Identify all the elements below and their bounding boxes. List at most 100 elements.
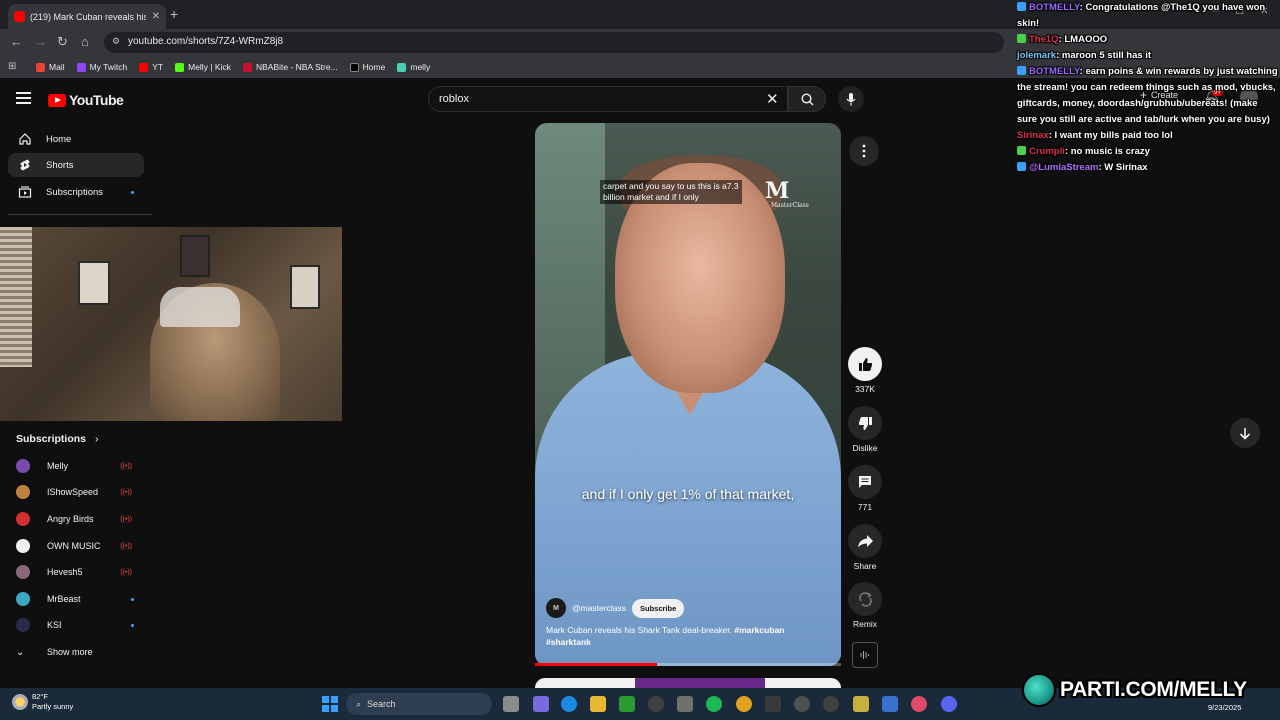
search-button[interactable] (788, 86, 826, 112)
app-icon[interactable] (765, 696, 781, 712)
start-button[interactable] (322, 696, 338, 712)
new-content-dot (131, 597, 134, 601)
comment-count: 771 (857, 502, 873, 512)
x-icon (349, 62, 359, 72)
youtube-logo[interactable]: YouTube (48, 92, 124, 108)
kick-icon (175, 62, 185, 72)
wall-poster (78, 261, 110, 305)
comments-button[interactable] (848, 465, 882, 499)
avatar (16, 565, 30, 579)
nba-icon (242, 62, 252, 72)
more-options-button[interactable] (849, 136, 879, 166)
share-button[interactable] (848, 524, 882, 558)
task-view-icon[interactable] (503, 696, 519, 712)
show-more-button[interactable]: ⌄ Show more (16, 641, 140, 663)
store-icon[interactable] (677, 696, 693, 712)
video-title[interactable]: Mark Cuban reveals his Shark Tank deal-b… (546, 624, 816, 648)
sidebar-item-home[interactable]: Home (8, 127, 144, 151)
channel-handle[interactable]: @masterclass (572, 603, 626, 613)
short-video-player[interactable]: M MasterClass (535, 123, 841, 666)
media-player-icon[interactable] (794, 696, 810, 712)
xbox-icon[interactable] (619, 696, 635, 712)
home-icon (19, 133, 31, 145)
remix-button[interactable] (848, 582, 882, 616)
site-info-icon[interactable]: ⚙ (112, 36, 120, 47)
forward-icon[interactable]: → (34, 34, 47, 49)
dislike-button[interactable] (848, 406, 882, 440)
next-video-button[interactable] (1230, 418, 1260, 448)
edge-icon[interactable] (561, 696, 577, 712)
discord-icon[interactable] (941, 696, 957, 712)
remix-label: Remix (852, 619, 878, 629)
arrow-down-icon (1239, 427, 1251, 440)
bookmark-nbabite[interactable]: NBABite - NBA Stre... (242, 62, 338, 72)
app-icon[interactable] (823, 696, 839, 712)
bookmark-twitch[interactable]: My Twitch (76, 62, 127, 72)
sound-button[interactable] (852, 642, 878, 668)
chat-message: Sirinax: I want my bills paid too lol (1017, 130, 1173, 141)
sidebar-item-subscriptions[interactable]: Subscriptions (8, 180, 144, 204)
url-text: youtube.com/shorts/7Z4-WRmZ8j8 (128, 36, 284, 47)
bookmark-melly[interactable]: melly (397, 62, 430, 72)
taskbar-search[interactable]: ⌕ Search (346, 693, 492, 715)
chat-message: Crumpli: no music is crazy (1012, 144, 1280, 160)
subscribe-button[interactable]: Subscribe (631, 598, 685, 618)
parti-icon (397, 62, 407, 72)
chat-message: The1Q: LMAOOO (1012, 32, 1280, 48)
subscription-item[interactable]: OWN MUSIC ((•)) (16, 535, 140, 557)
browser-tab[interactable]: (219) Mark Cuban reveals his Shark Tank … (8, 4, 166, 29)
app-icon[interactable] (882, 696, 898, 712)
subscriptions-heading[interactable]: Subscriptions › (16, 433, 98, 445)
subscription-item[interactable]: Angry Birds ((•)) (16, 508, 140, 530)
app-icon[interactable] (648, 696, 664, 712)
search-input[interactable]: roblox (428, 86, 788, 112)
like-button[interactable] (848, 347, 882, 381)
new-tab-icon[interactable]: + (170, 6, 178, 22)
webcam-overlay (0, 227, 342, 421)
bookmark-mail[interactable]: Mail (36, 62, 65, 72)
chat-message: @LumiaStream: W Sirinax (1012, 160, 1280, 176)
app-icon[interactable] (853, 696, 869, 712)
bot-badge-icon (1017, 162, 1026, 171)
apps-grid-icon[interactable]: ⊞ (8, 61, 16, 72)
channel-avatar[interactable]: M (546, 598, 566, 618)
url-field[interactable]: ⚙ youtube.com/shorts/7Z4-WRmZ8j8 (104, 32, 1004, 53)
youtube-icon (139, 62, 149, 72)
reload-icon[interactable]: ↻ (57, 34, 68, 50)
chevron-down-icon: ⌄ (16, 646, 25, 658)
home-icon[interactable]: ⌂ (81, 34, 89, 49)
search-icon (800, 92, 813, 105)
app-icon[interactable] (911, 696, 927, 712)
subscription-item[interactable]: MrBeast (16, 588, 140, 610)
chrome-icon[interactable] (736, 696, 752, 712)
youtube-favicon-icon (14, 11, 25, 22)
stream-chat-overlay: BOTMELLY: Congratulations @The1Q you hav… (1012, 0, 1280, 176)
bookmark-x-home[interactable]: Home (349, 62, 385, 72)
video-burned-caption: carpet and you say to us this is a7.3 bi… (600, 180, 742, 204)
search-icon: ⌕ (356, 698, 362, 709)
file-explorer-icon[interactable] (590, 696, 606, 712)
tab-close-icon[interactable]: ✕ (152, 11, 160, 22)
avatar (16, 485, 30, 499)
back-icon[interactable]: ← (10, 34, 23, 49)
channel-row: M @masterclass Subscribe (546, 598, 685, 618)
hashtag-link[interactable]: #markcuban (734, 625, 784, 635)
bookmark-kick[interactable]: Melly | Kick (175, 62, 231, 72)
spotify-icon[interactable] (706, 696, 722, 712)
sidebar-divider (8, 214, 152, 215)
live-icon: ((•)) (120, 542, 132, 550)
bookmark-yt[interactable]: YT (139, 62, 163, 72)
hashtag-link[interactable]: #sharktank (546, 637, 591, 647)
avatar (16, 512, 30, 526)
video-progress-bar[interactable] (535, 663, 841, 666)
weather-widget[interactable]: 82°F Partly sunny (12, 692, 73, 712)
menu-icon[interactable] (16, 92, 31, 104)
subscription-item[interactable]: IShowSpeed ((•)) (16, 481, 140, 503)
copilot-icon[interactable] (533, 696, 549, 712)
subscription-item[interactable]: Hevesh5 ((•)) (16, 561, 140, 583)
subscription-item[interactable]: KSI (16, 614, 140, 636)
sidebar-item-shorts[interactable]: Shorts (8, 153, 144, 177)
subscription-item[interactable]: Melly ((•)) (16, 455, 140, 477)
voice-search-button[interactable] (838, 86, 864, 112)
clear-search-icon[interactable]: ✕ (766, 90, 779, 108)
